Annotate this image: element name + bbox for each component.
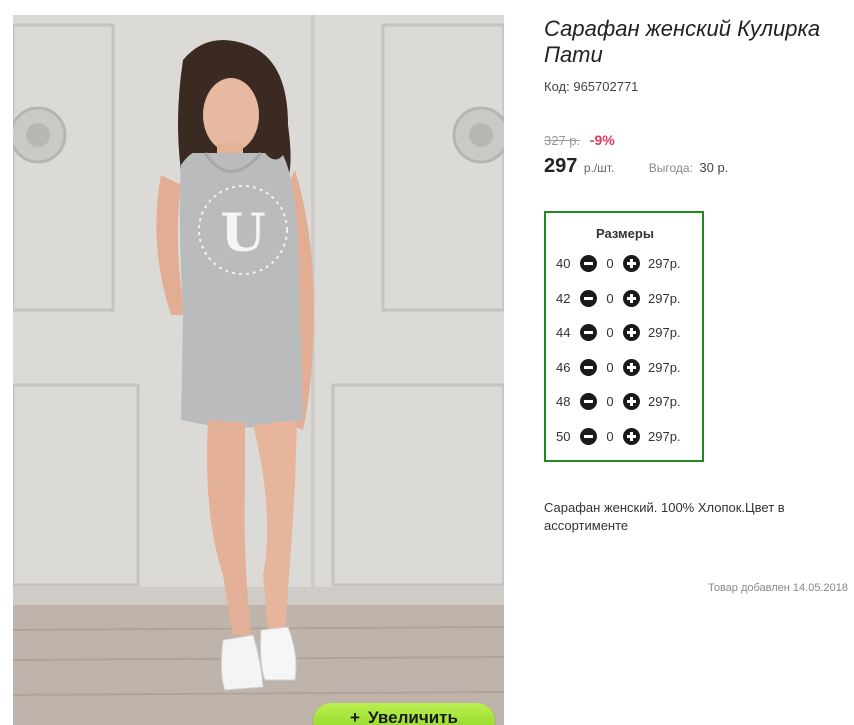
size-label: 50 xyxy=(556,428,571,444)
size-price: 297р. xyxy=(648,359,681,375)
size-label: 44 xyxy=(556,324,571,340)
saving-label: Выгода: xyxy=(648,161,693,175)
quantity-value: 0 xyxy=(606,324,614,340)
plus-icon[interactable] xyxy=(623,427,640,445)
sku-value: 965702771 xyxy=(573,79,639,94)
sku-label: Код: xyxy=(544,79,570,94)
product-title: Сарафан женский Кулирка Пати xyxy=(544,16,821,67)
saving-value: 30 р. xyxy=(699,160,729,175)
price-row: 297 р./шт. Выгода: 30 р. xyxy=(544,155,728,178)
size-row: 50 0 297р. xyxy=(556,426,681,446)
size-price: 297р. xyxy=(648,290,681,306)
size-row: 48 0 297р. xyxy=(556,391,681,411)
product-image[interactable]: U + Увеличить xyxy=(13,15,504,725)
size-price: 297р. xyxy=(648,324,681,340)
minus-icon[interactable] xyxy=(580,323,597,341)
size-label: 42 xyxy=(556,290,571,306)
minus-icon[interactable] xyxy=(580,392,597,410)
current-price: 297 xyxy=(544,155,578,177)
product-photo-illustration: U xyxy=(13,15,504,725)
shirt-print-text: U xyxy=(220,203,265,264)
size-row: 44 0 297р. xyxy=(556,322,681,342)
size-row: 46 0 297р. xyxy=(556,357,681,377)
minus-icon[interactable] xyxy=(580,254,597,272)
old-price-row: 327 р. -9% xyxy=(544,132,615,148)
plus-icon[interactable] xyxy=(623,323,640,341)
quantity-value: 0 xyxy=(606,428,614,444)
discount-badge: -9% xyxy=(589,132,615,148)
minus-icon[interactable] xyxy=(580,427,597,445)
old-price: 327 р. xyxy=(544,133,581,148)
plus-icon: + xyxy=(350,708,360,725)
quantity-value: 0 xyxy=(606,359,614,375)
plus-icon[interactable] xyxy=(623,358,640,376)
zoom-button[interactable]: + Увеличить xyxy=(313,703,495,725)
product-sku: Код: 965702771 xyxy=(544,79,638,94)
size-label: 40 xyxy=(556,255,571,271)
product-description: Сарафан женский. 100% Хлопок.Цвет в ассо… xyxy=(544,500,785,533)
sizes-title: Размеры xyxy=(596,226,654,241)
size-price: 297р. xyxy=(648,428,681,444)
plus-icon[interactable] xyxy=(623,254,640,272)
quantity-value: 0 xyxy=(606,255,614,271)
plus-icon[interactable] xyxy=(623,392,640,410)
sizes-panel: Размеры 40 0 297р. 42 0 297р. 44 0 297р.… xyxy=(544,211,704,462)
minus-icon[interactable] xyxy=(580,289,597,307)
minus-icon[interactable] xyxy=(580,358,597,376)
size-label: 46 xyxy=(556,359,571,375)
plus-icon[interactable] xyxy=(623,289,640,307)
size-row: 40 0 297р. xyxy=(556,253,681,273)
quantity-value: 0 xyxy=(606,393,614,409)
size-price: 297р. xyxy=(648,393,681,409)
date-added: Товар добавлен 14.05.2018 xyxy=(707,582,848,594)
price-unit: р./шт. xyxy=(583,161,615,175)
size-row: 42 0 297р. xyxy=(556,288,681,308)
zoom-button-label: Увеличить xyxy=(367,708,458,725)
quantity-value: 0 xyxy=(606,290,614,306)
size-label: 48 xyxy=(556,393,571,409)
size-price: 297р. xyxy=(648,255,681,271)
